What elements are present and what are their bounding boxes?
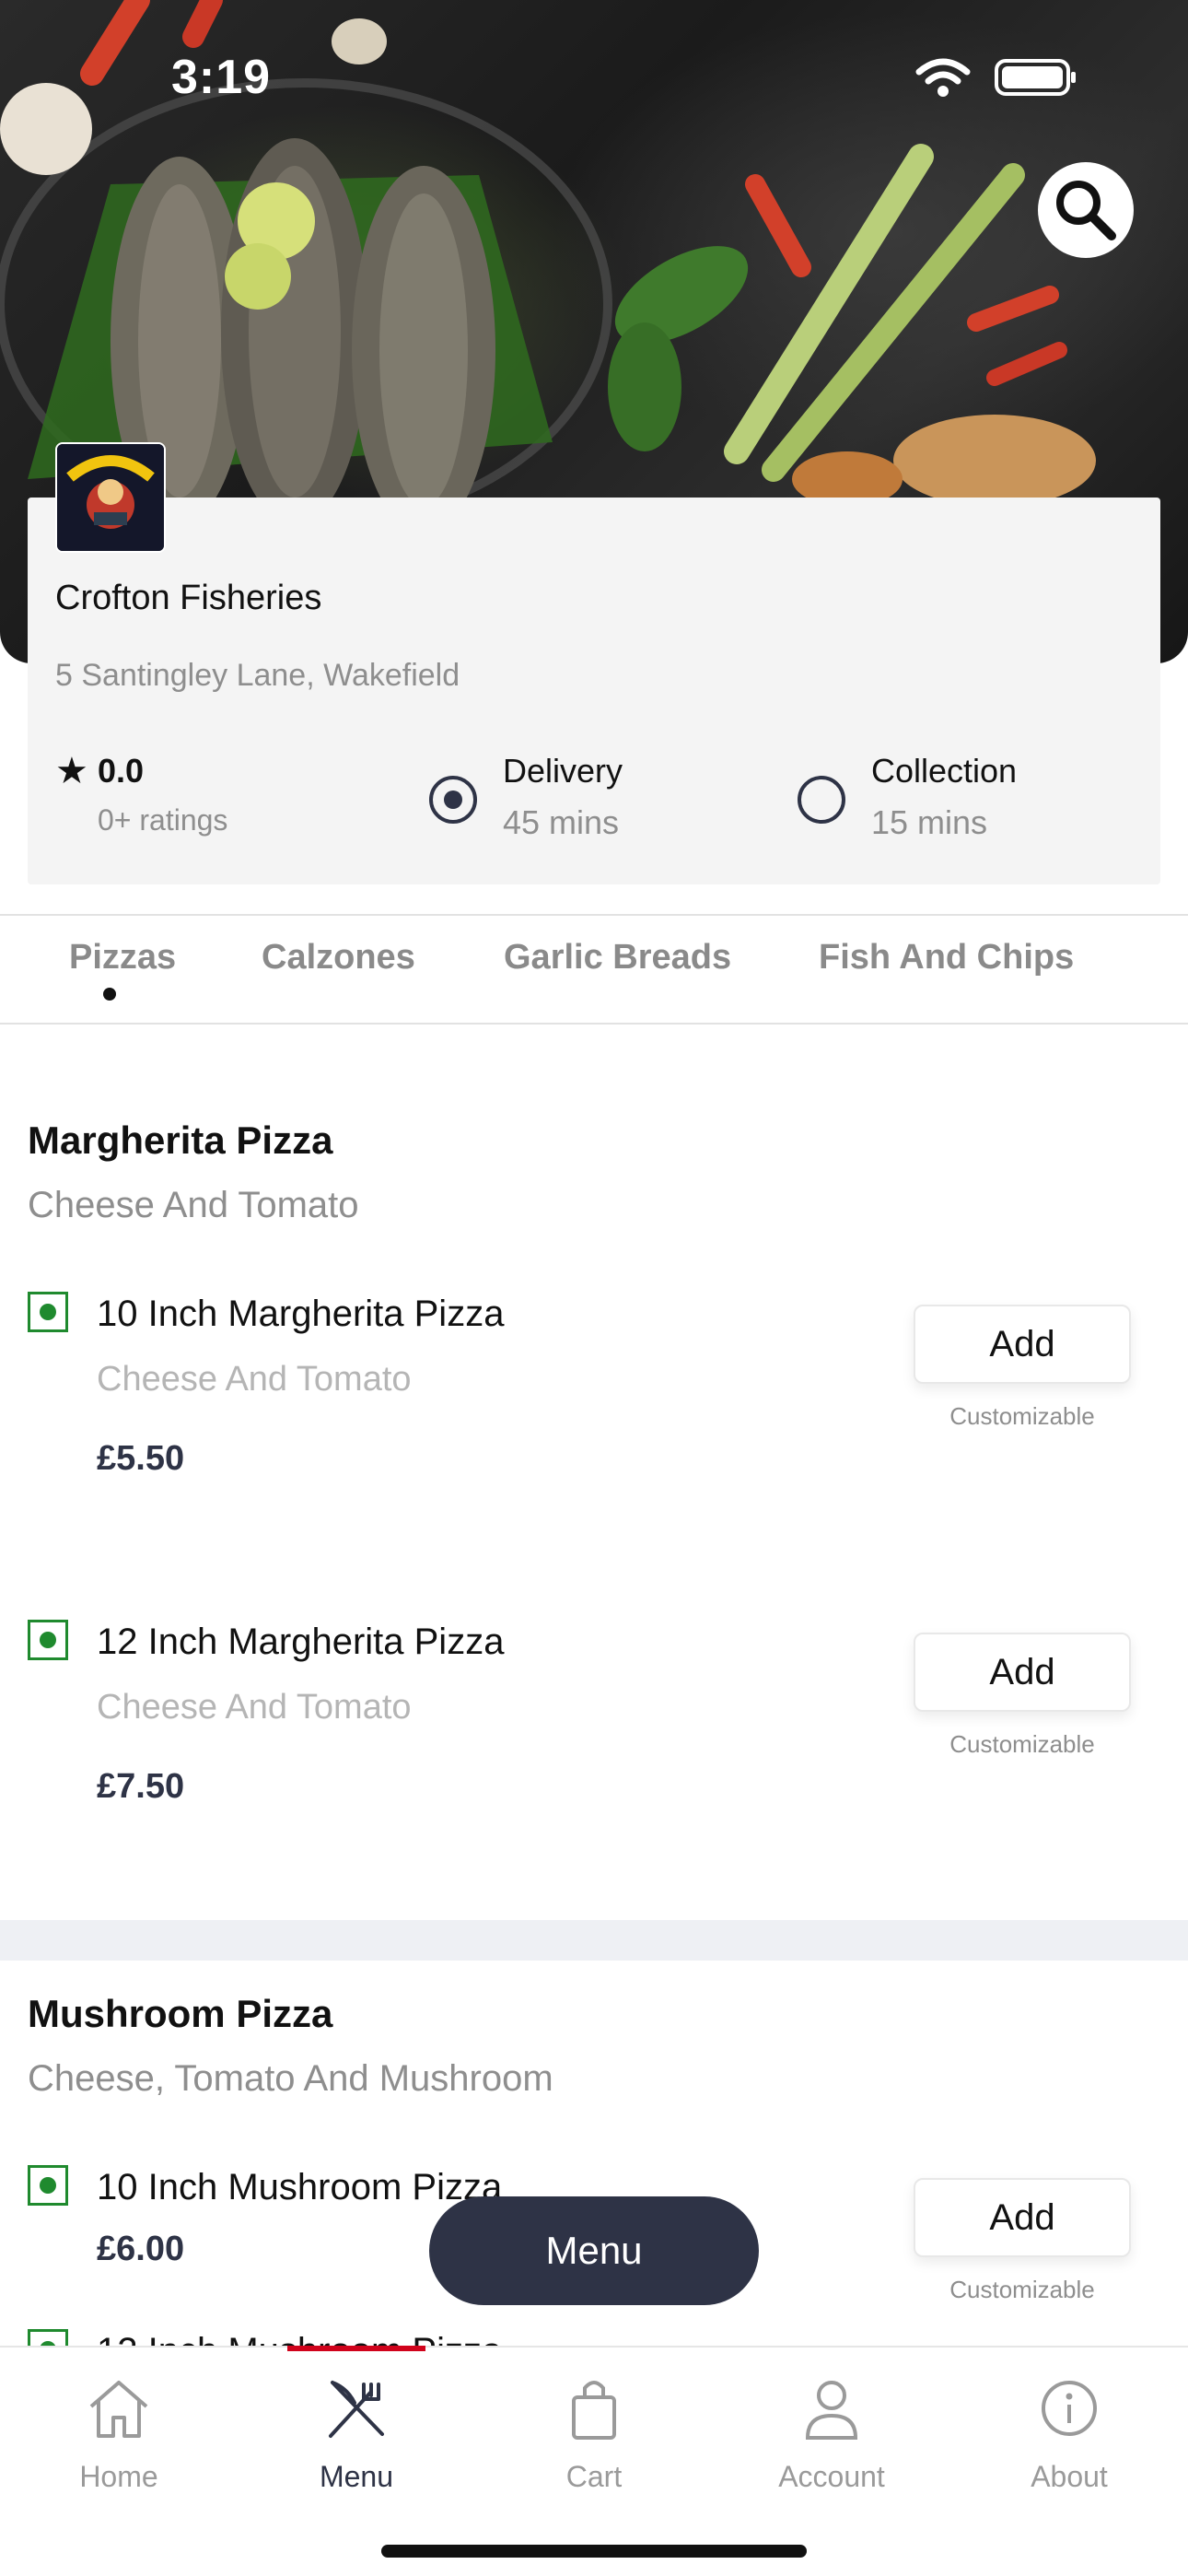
- nav-menu[interactable]: Menu: [238, 2348, 475, 2513]
- nav-cart[interactable]: Cart: [475, 2348, 713, 2513]
- item-description: Cheese And Tomato: [97, 1360, 412, 1399]
- store-address: 5 Santingley Lane, Wakefield: [55, 658, 460, 693]
- status-icons: [915, 57, 1077, 98]
- item-price: £5.50: [97, 1439, 185, 1478]
- section-title: Margherita Pizza: [28, 1118, 333, 1162]
- add-button[interactable]: Add: [914, 1305, 1131, 1384]
- store-name: Crofton Fisheries: [55, 579, 322, 617]
- active-tab-indicator: [103, 988, 116, 1001]
- section-subtitle: Cheese And Tomato: [28, 1185, 359, 1225]
- store-logo-image: [57, 444, 164, 551]
- info-icon: [1042, 2381, 1097, 2436]
- delivery-time: 45 mins: [503, 803, 620, 841]
- battery-icon: [995, 59, 1076, 96]
- collection-label: Collection: [871, 752, 1018, 790]
- veg-indicator-icon: [28, 2165, 68, 2206]
- add-button[interactable]: Add: [914, 2178, 1131, 2257]
- item-price: £7.50: [97, 1767, 185, 1806]
- nav-home[interactable]: Home: [0, 2348, 238, 2513]
- wifi-icon: [915, 58, 971, 97]
- ratings-count: 0+ ratings: [98, 803, 228, 837]
- nav-label: About: [1031, 2460, 1108, 2493]
- bottom-nav: Home Menu Cart Account About: [0, 2346, 1188, 2576]
- customizable-note: Customizable: [949, 1402, 1095, 1430]
- section-divider: [0, 1920, 1188, 1961]
- nav-label: Menu: [319, 2460, 394, 2493]
- section-subtitle: Cheese, Tomato And Mushroom: [28, 2058, 553, 2099]
- home-icon: [89, 2381, 148, 2438]
- store-logo: [55, 442, 166, 553]
- nav-label: Account: [778, 2460, 885, 2493]
- tab-garlic-breads[interactable]: Garlic Breads: [504, 938, 731, 978]
- item-description: Cheese And Tomato: [97, 1688, 412, 1727]
- fork-knife-icon: [329, 2381, 384, 2438]
- delivery-radio[interactable]: [429, 776, 477, 824]
- tab-calzones[interactable]: Calzones: [262, 938, 415, 978]
- status-time: 3:19: [171, 51, 272, 104]
- nav-account[interactable]: Account: [713, 2348, 950, 2513]
- section-title: Mushroom Pizza: [28, 1992, 333, 2035]
- star-icon: ★: [55, 751, 88, 791]
- rating-value: 0.0: [98, 752, 145, 790]
- item-name[interactable]: 12 Inch Margherita Pizza: [97, 1622, 504, 1663]
- delivery-label: Delivery: [503, 752, 623, 790]
- category-tabs: Pizzas Calzones Garlic Breads Fish And C…: [0, 914, 1188, 1025]
- add-button[interactable]: Add: [914, 1633, 1131, 1712]
- tab-fish-and-chips[interactable]: Fish And Chips: [819, 938, 1074, 978]
- search-icon: [1056, 181, 1116, 240]
- customizable-note: Customizable: [949, 2276, 1095, 2303]
- home-indicator: [381, 2545, 807, 2558]
- customizable-note: Customizable: [949, 1730, 1095, 1758]
- search-button[interactable]: [1038, 162, 1134, 258]
- nav-about[interactable]: About: [950, 2348, 1188, 2513]
- item-price: £6.00: [97, 2230, 185, 2268]
- store-info-card: Crofton Fisheries 5 Santingley Lane, Wak…: [28, 442, 1160, 884]
- item-name[interactable]: 10 Inch Margherita Pizza: [97, 1294, 504, 1335]
- user-icon: [805, 2381, 858, 2440]
- menu-fab-button[interactable]: Menu: [429, 2196, 759, 2305]
- veg-indicator-icon: [28, 1292, 68, 1332]
- item-name[interactable]: 10 Inch Mushroom Pizza: [97, 2167, 502, 2208]
- nav-label: Home: [79, 2460, 158, 2493]
- veg-indicator-icon: [28, 1620, 68, 1660]
- collection-radio[interactable]: [798, 776, 845, 824]
- collection-time: 15 mins: [871, 803, 988, 841]
- shopping-bag-icon: [572, 2381, 616, 2440]
- tab-pizzas[interactable]: Pizzas: [69, 938, 176, 978]
- nav-label: Cart: [565, 2460, 623, 2493]
